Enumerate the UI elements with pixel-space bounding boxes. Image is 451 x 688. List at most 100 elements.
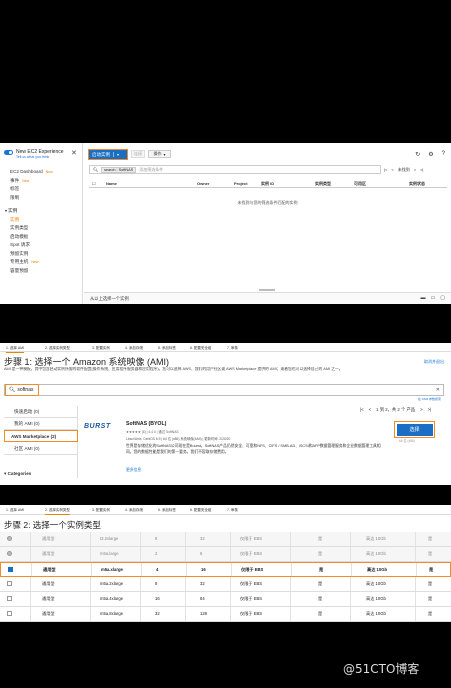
step-tab[interactable]: 4. 添加存储 <box>125 508 143 513</box>
empty-table-message: 未找到与您的筛选条件匹配的实例 <box>237 200 298 205</box>
column-header[interactable]: 实例状态 <box>409 181 425 187</box>
instance-type-row[interactable]: 通用型 m5a.4xlarge 16 64 仅限于 EBS 是 高达 10Gb 是 <box>0 592 451 607</box>
step-tab[interactable]: 5. 添加标签 <box>158 508 176 513</box>
ami-search-query[interactable]: 🔍︎ softnas <box>5 384 39 396</box>
step-tab[interactable]: 7. 审核 <box>227 346 238 351</box>
sidebar-item-launch-templates[interactable]: 启动模板 <box>10 233 80 242</box>
column-divider <box>30 592 31 606</box>
category-community-amis[interactable]: 社区 AMI (0) <box>4 443 78 455</box>
row-select-checkbox[interactable] <box>7 596 12 601</box>
cell-net: 高达 10Gb <box>366 536 386 541</box>
select-all-checkbox[interactable]: ☐ <box>92 181 96 186</box>
prev-page-icon[interactable]: |< <box>360 407 364 413</box>
more-info-link[interactable]: 更多信息 <box>126 468 141 473</box>
sidebar-item-label: 标签 <box>10 186 20 191</box>
column-divider <box>30 547 31 561</box>
step-tab[interactable]: 5. 添加标签 <box>158 346 176 351</box>
filter-tag[interactable]: search : SoftNAS <box>101 166 137 173</box>
first-page-icon[interactable]: |< <box>384 167 387 172</box>
resize-handle[interactable] <box>259 289 275 291</box>
row-select-checkbox[interactable] <box>8 567 13 572</box>
row-select-checkbox[interactable] <box>7 581 12 586</box>
column-divider <box>290 547 291 561</box>
sidebar-item-dedicated-hosts[interactable]: 专用主机 New <box>10 258 80 267</box>
last-page-icon[interactable]: >| <box>420 167 423 172</box>
column-divider <box>350 607 351 621</box>
ssm-search-link[interactable]: 在 SSM 参数搜索 <box>418 397 441 401</box>
cell-ipv6: 是 <box>428 581 433 586</box>
column-header[interactable]: Project <box>234 181 248 186</box>
split-bottom-icon[interactable]: ▬ <box>421 295 426 301</box>
sidebar-item-instance-types[interactable]: 实例类型 <box>10 224 80 233</box>
next-page-icon[interactable]: > <box>420 407 423 413</box>
help-icon[interactable]: ? <box>442 151 445 158</box>
step-tab[interactable]: 2. 选择实例类型 <box>45 346 70 351</box>
filter-search-bar[interactable]: 🔍︎ search : SoftNAS 添加筛选条件 <box>89 165 381 174</box>
refresh-icon[interactable]: ↻ <box>415 151 420 158</box>
column-divider <box>230 607 231 621</box>
sidebar-item-tags[interactable]: 标签 <box>10 185 80 194</box>
column-divider <box>140 547 141 561</box>
row-select-checkbox[interactable] <box>7 611 12 616</box>
categories-header[interactable]: ▾ Categories <box>4 471 31 477</box>
select-ami-button[interactable]: 选择 <box>394 421 435 438</box>
fullscreen-icon[interactable]: ▢ <box>440 295 445 301</box>
cell-type: m5a.4xlarge <box>100 596 124 601</box>
step-tab[interactable]: 6. 配置安全组 <box>190 346 211 351</box>
sidebar-item-spot-requests[interactable]: Spot 请求 <box>10 241 80 250</box>
cell-net: 高达 10Gb <box>367 567 388 572</box>
column-header[interactable]: 实例类型 <box>315 181 331 187</box>
cell-family: 通用型 <box>42 596 55 601</box>
instance-type-row[interactable]: 通用型 t3.2xlarge 8 32 仅限于 EBS 是 高达 10Gb 是 <box>0 532 451 547</box>
sidebar-item-reserved-instances[interactable]: 预留实例 <box>10 250 80 259</box>
last-page-icon[interactable]: >| <box>428 407 432 413</box>
step-tab[interactable]: 1. 选择 AMI <box>6 508 24 513</box>
cell-type: m5a.xlarge <box>101 567 123 572</box>
column-header[interactable]: 实例 ID <box>261 181 274 187</box>
column-divider <box>350 577 351 591</box>
prev-page-icon[interactable]: < <box>391 167 393 172</box>
category-quick-start[interactable]: 快速启动 (0) <box>4 406 78 418</box>
connect-button[interactable]: 连接 <box>131 150 145 158</box>
ami-title[interactable]: SoftNAS (BYOL) <box>126 421 166 427</box>
cell-storage: 仅限于 EBS <box>240 581 263 586</box>
prev-page-icon[interactable]: < <box>369 407 372 413</box>
sidebar-item-capacity-reservations[interactable]: 容量预留 <box>10 267 80 276</box>
instance-type-row[interactable]: 通用型 m5a.2xlarge 8 32 仅限于 EBS 是 高达 10Gb 是 <box>0 577 451 592</box>
category-aws-marketplace[interactable]: AWS Marketplace (2) <box>4 430 78 442</box>
new-experience-toggle[interactable] <box>4 150 13 155</box>
launch-instance-button[interactable]: 启动实例 ▾ <box>88 149 128 160</box>
instance-type-row[interactable]: 通用型 m5a.large 2 8 仅限于 EBS 是 高达 10Gb 是 <box>0 547 451 562</box>
close-icon[interactable]: ✕ <box>71 150 77 157</box>
instance-type-row[interactable]: 通用型 m5a.8xlarge 32 128 仅限于 EBS 是 高达 10Gb 是 <box>0 607 451 622</box>
step-tab[interactable]: 4. 添加存储 <box>125 346 143 351</box>
sidebar-item-limits[interactable]: 限制 <box>10 194 80 203</box>
step-tab[interactable]: 7. 审核 <box>227 508 238 513</box>
split-side-icon[interactable]: ▭ <box>431 295 436 301</box>
step-tab[interactable]: 3. 配置实例 <box>92 508 110 513</box>
actions-button[interactable]: 操作 ▾ <box>148 150 171 158</box>
column-header[interactable]: Owner <box>197 181 209 186</box>
column-header[interactable]: 可用区 <box>354 181 366 187</box>
chevron-down-icon[interactable]: ▾ <box>113 152 119 157</box>
ami-search-input[interactable]: 🔍︎ softnas ✕ <box>4 384 444 396</box>
sidebar-item-instances[interactable]: 实例 <box>10 216 80 225</box>
sidebar-item-events[interactable]: 事件 New <box>10 177 80 186</box>
clear-icon[interactable]: ✕ <box>436 387 440 393</box>
sidebar-item-label: 容量预留 <box>10 267 29 273</box>
instance-type-row[interactable]: 通用型 m5a.xlarge 4 16 仅限于 EBS 是 高达 10Gb 是 <box>0 562 451 577</box>
sidebar-item-label: 预留实例 <box>10 250 29 256</box>
step-tab[interactable]: 1. 选择 AMI <box>6 346 25 353</box>
sidebar-item-dashboard[interactable]: EC2 Dashboard New <box>10 168 80 177</box>
column-header[interactable]: Name <box>106 181 117 186</box>
step-tab[interactable]: 2. 选择实例类型 <box>45 508 70 515</box>
cancel-exit-link[interactable]: 取消并退出 <box>424 359 444 365</box>
step-tab[interactable]: 3. 配置实例 <box>92 346 110 351</box>
sidebar-section-instances[interactable]: 实例 <box>5 207 80 216</box>
cell-ipv6: 是 <box>428 536 433 541</box>
next-page-icon[interactable]: > <box>414 167 416 172</box>
gear-icon[interactable]: ⚙ <box>428 151 433 158</box>
experience-feedback-link[interactable]: Tell us what you think <box>16 155 64 159</box>
category-my-amis[interactable]: 我的 AMI (0) <box>4 418 78 430</box>
step-tab[interactable]: 6. 配置安全组 <box>190 508 211 513</box>
